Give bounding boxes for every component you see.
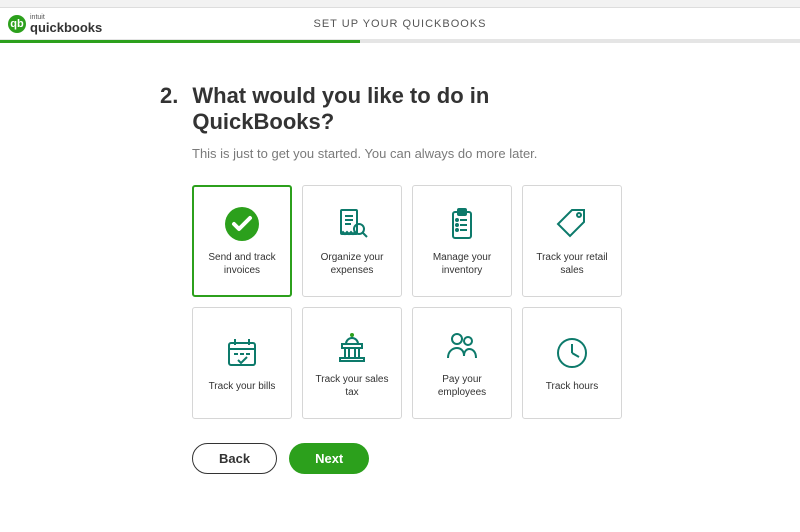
brand-logo: qb intuit quickbooks [8,14,102,34]
clipboard-icon [442,204,482,244]
option-grid: Send and track invoices Organize your ex… [192,185,800,419]
next-button[interactable]: Next [289,443,369,474]
card-label: Track your retail sales [529,252,615,277]
calendar-icon [222,333,262,373]
progress-fill [0,40,360,43]
step-number: 2. [160,83,178,109]
card-label: Manage your inventory [419,252,505,277]
card-track-hours[interactable]: Track hours [522,307,622,419]
card-pay-employees[interactable]: Pay your employees [412,307,512,419]
government-building-icon [332,326,372,366]
clock-icon [552,333,592,373]
card-send-track-invoices[interactable]: Send and track invoices [192,185,292,297]
qb-badge-icon: qb [8,15,26,33]
step-subtitle: This is just to get you started. You can… [192,146,800,161]
people-icon [442,326,482,366]
receipt-search-icon [332,204,372,244]
card-organize-expenses[interactable]: Organize your expenses [302,185,402,297]
card-label: Send and track invoices [200,252,284,277]
card-label: Track your sales tax [309,374,395,399]
card-label: Track your bills [209,381,276,394]
brand-product: quickbooks [30,21,102,34]
browser-chrome-bar [0,0,800,8]
card-track-sales-tax[interactable]: Track your sales tax [302,307,402,419]
step-header: 2. What would you like to do in QuickBoo… [160,83,800,136]
checkmark-circle-icon [222,204,262,244]
back-button[interactable]: Back [192,443,277,474]
setup-content: 2. What would you like to do in QuickBoo… [0,43,800,474]
card-manage-inventory[interactable]: Manage your inventory [412,185,512,297]
card-label: Pay your employees [419,374,505,399]
page-title: SET UP YOUR QUICKBOOKS [314,18,487,30]
card-label: Track hours [546,381,598,394]
step-title: What would you like to do in QuickBooks? [192,83,572,136]
card-track-bills[interactable]: Track your bills [192,307,292,419]
card-track-retail-sales[interactable]: Track your retail sales [522,185,622,297]
price-tag-icon [552,204,592,244]
brand-text: intuit quickbooks [30,14,102,34]
nav-buttons: Back Next [192,443,800,474]
app-header: qb intuit quickbooks SET UP YOUR QUICKBO… [0,8,800,40]
card-label: Organize your expenses [309,252,395,277]
